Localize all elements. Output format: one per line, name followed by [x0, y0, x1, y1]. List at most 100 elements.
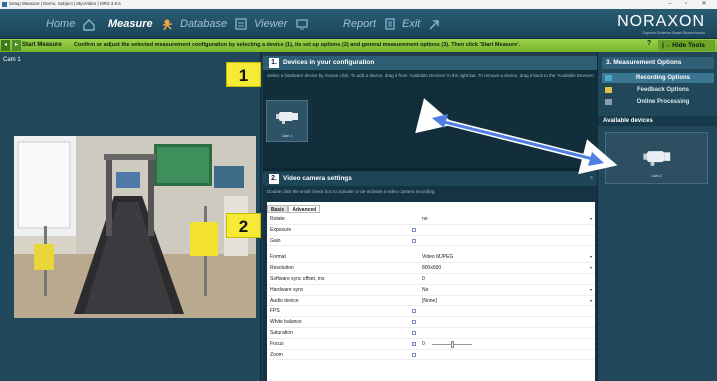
help-button[interactable]: ?: [644, 40, 654, 51]
setting-row-saturation: Saturation: [267, 328, 595, 339]
chevron-down-icon[interactable]: ▾: [590, 296, 592, 306]
camera-settings-description: Double click the small check box to acti…: [267, 189, 436, 194]
camera-settings-number: 2.: [269, 174, 279, 184]
setting-label: Resolution: [270, 265, 294, 272]
close-button[interactable]: ✕: [697, 0, 711, 9]
devices-section-title: Devices in your configuration: [283, 59, 375, 66]
chevron-down-icon[interactable]: ▾: [590, 285, 592, 295]
measurement-options-panel: 3. Measurement Options Recording Options…: [597, 52, 717, 381]
measurement-options-title: Measurement Options: [613, 59, 682, 66]
device-card-cam-1[interactable]: Cam 1: [266, 100, 308, 142]
setting-row-format[interactable]: Format Video MJPEG ▾: [267, 252, 595, 264]
available-devices-header: Available devices: [598, 116, 717, 126]
tab-basic[interactable]: Basic: [267, 205, 289, 213]
setting-label: Hardware sync: [270, 286, 304, 293]
setting-row-hardware-sync[interactable]: Hardware sync No ▾: [267, 285, 595, 296]
instruction-text: Confirm or adjust the selected measureme…: [74, 42, 521, 48]
database-icon: [234, 17, 248, 31]
logo-name: NORAXON: [617, 13, 705, 30]
fps-checkbox[interactable]: [412, 309, 416, 314]
setting-value: No: [422, 286, 429, 293]
gain-checkbox[interactable]: [412, 238, 416, 243]
setting-row-sync-offset[interactable]: Software sync offset, ms 0: [267, 274, 595, 285]
window-title: Setup Measure | Demo, Subject | MyoVideo…: [9, 1, 121, 6]
feedback-options-item[interactable]: Feedback Options: [602, 85, 714, 95]
camera-settings-header: 2. Video camera settings ≡: [263, 172, 597, 186]
nav-home-label: Home: [46, 18, 76, 30]
start-measure-button[interactable]: Start Measure: [22, 40, 62, 51]
report-icon: [383, 17, 397, 31]
logo-tagline: Superior Evidence-Based Biomechanics: [642, 31, 705, 35]
setting-row-zoom: Zoom: [267, 350, 595, 361]
devices-config-panel: 1. Devices in your configuration Select …: [263, 56, 597, 170]
nav-report-label: Report: [343, 18, 377, 30]
device-card-name: Cam 1: [281, 134, 293, 138]
setting-label: FPS: [270, 308, 280, 315]
setting-row-focus: Focus 0: [267, 339, 595, 350]
devices-section-description: Select a hardware device by mouse click.…: [267, 73, 596, 78]
settings-rows: Rotate no ▾ Exposure Gain Format Video M…: [267, 214, 595, 361]
focus-slider[interactable]: [432, 340, 472, 348]
setting-value: Video MJPEG: [422, 254, 454, 261]
nav-viewer[interactable]: Viewer: [254, 15, 309, 33]
nav-measure[interactable]: Measure: [108, 15, 174, 33]
video-camera-icon: [643, 151, 671, 166]
nav-report[interactable]: Report: [343, 15, 397, 33]
feedback-options-icon: [605, 87, 612, 93]
available-device-cam-2[interactable]: Cam 2: [605, 132, 708, 184]
setting-row-audio-device[interactable]: Audio device [None] ▾: [267, 296, 595, 307]
exit-icon: [427, 17, 441, 31]
setting-label: Gain: [270, 237, 281, 244]
recording-options-item[interactable]: Recording Options: [602, 73, 714, 83]
zoom-checkbox[interactable]: [412, 352, 416, 357]
exposure-checkbox[interactable]: [412, 227, 416, 232]
focus-checkbox[interactable]: [412, 341, 416, 346]
saturation-checkbox[interactable]: [412, 330, 416, 335]
setting-label: Focus: [270, 340, 284, 347]
setting-label: White balance: [270, 319, 302, 326]
noraxon-logo: NORAXON Superior Evidence-Based Biomecha…: [617, 13, 705, 35]
setting-row-fps: FPS: [267, 306, 595, 318]
recording-options-icon: [605, 75, 612, 81]
camera-preview-label: Cam 1: [3, 57, 21, 63]
tab-advanced[interactable]: Advanced: [288, 205, 321, 213]
setting-label: Saturation: [270, 329, 293, 336]
chevron-down-icon[interactable]: ▾: [590, 263, 592, 273]
devices-section-header: 1. Devices in your configuration: [263, 56, 597, 70]
hide-tools-button[interactable]: |→ Hide Tools: [658, 40, 715, 51]
forward-arrow-icon[interactable]: ▸: [12, 40, 21, 51]
nav-exit[interactable]: Exit: [402, 15, 441, 33]
feedback-options-label: Feedback Options: [636, 87, 689, 93]
camera-preview-image: [14, 136, 256, 318]
chevron-down-icon[interactable]: ▾: [590, 252, 592, 262]
setting-row-resolution[interactable]: Resolution 800x600 ▾: [267, 263, 595, 274]
panel-menu-icon[interactable]: ≡: [590, 175, 593, 181]
step-1-badge: 1: [226, 62, 261, 87]
measure-icon: [160, 17, 174, 31]
online-processing-item[interactable]: Online Processing: [602, 97, 714, 107]
chevron-down-icon[interactable]: ▾: [590, 214, 592, 224]
slider-handle[interactable]: [451, 340, 454, 348]
panel-splitter[interactable]: [263, 168, 597, 171]
online-processing-label: Online Processing: [636, 99, 690, 105]
setting-row-rotate[interactable]: Rotate no ▾: [267, 214, 595, 225]
white-balance-checkbox[interactable]: [412, 320, 416, 325]
camera-settings-title: Video camera settings: [283, 175, 352, 182]
viewer-icon: [295, 17, 309, 31]
setting-label: Exposure: [270, 226, 292, 233]
back-arrow-icon[interactable]: ◂: [1, 40, 10, 51]
setting-label: Audio device: [270, 297, 299, 304]
setting-value: no: [422, 216, 428, 222]
setting-value[interactable]: 0: [422, 274, 425, 284]
nav-home[interactable]: Home: [46, 15, 96, 33]
setting-value: 0: [422, 340, 425, 347]
setting-row-gain: Gain: [267, 236, 595, 247]
nav-database[interactable]: Database: [180, 15, 248, 33]
minimize-button[interactable]: –: [663, 0, 677, 9]
setting-label: Software sync offset, ms: [270, 275, 325, 282]
camera-settings-panel: 2. Video camera settings ≡ Double click …: [263, 172, 597, 381]
measurement-options-number: 3.: [606, 59, 612, 66]
maximize-button[interactable]: ▫: [679, 0, 693, 9]
step-2-badge: 2: [226, 213, 261, 238]
home-icon: [82, 17, 96, 31]
